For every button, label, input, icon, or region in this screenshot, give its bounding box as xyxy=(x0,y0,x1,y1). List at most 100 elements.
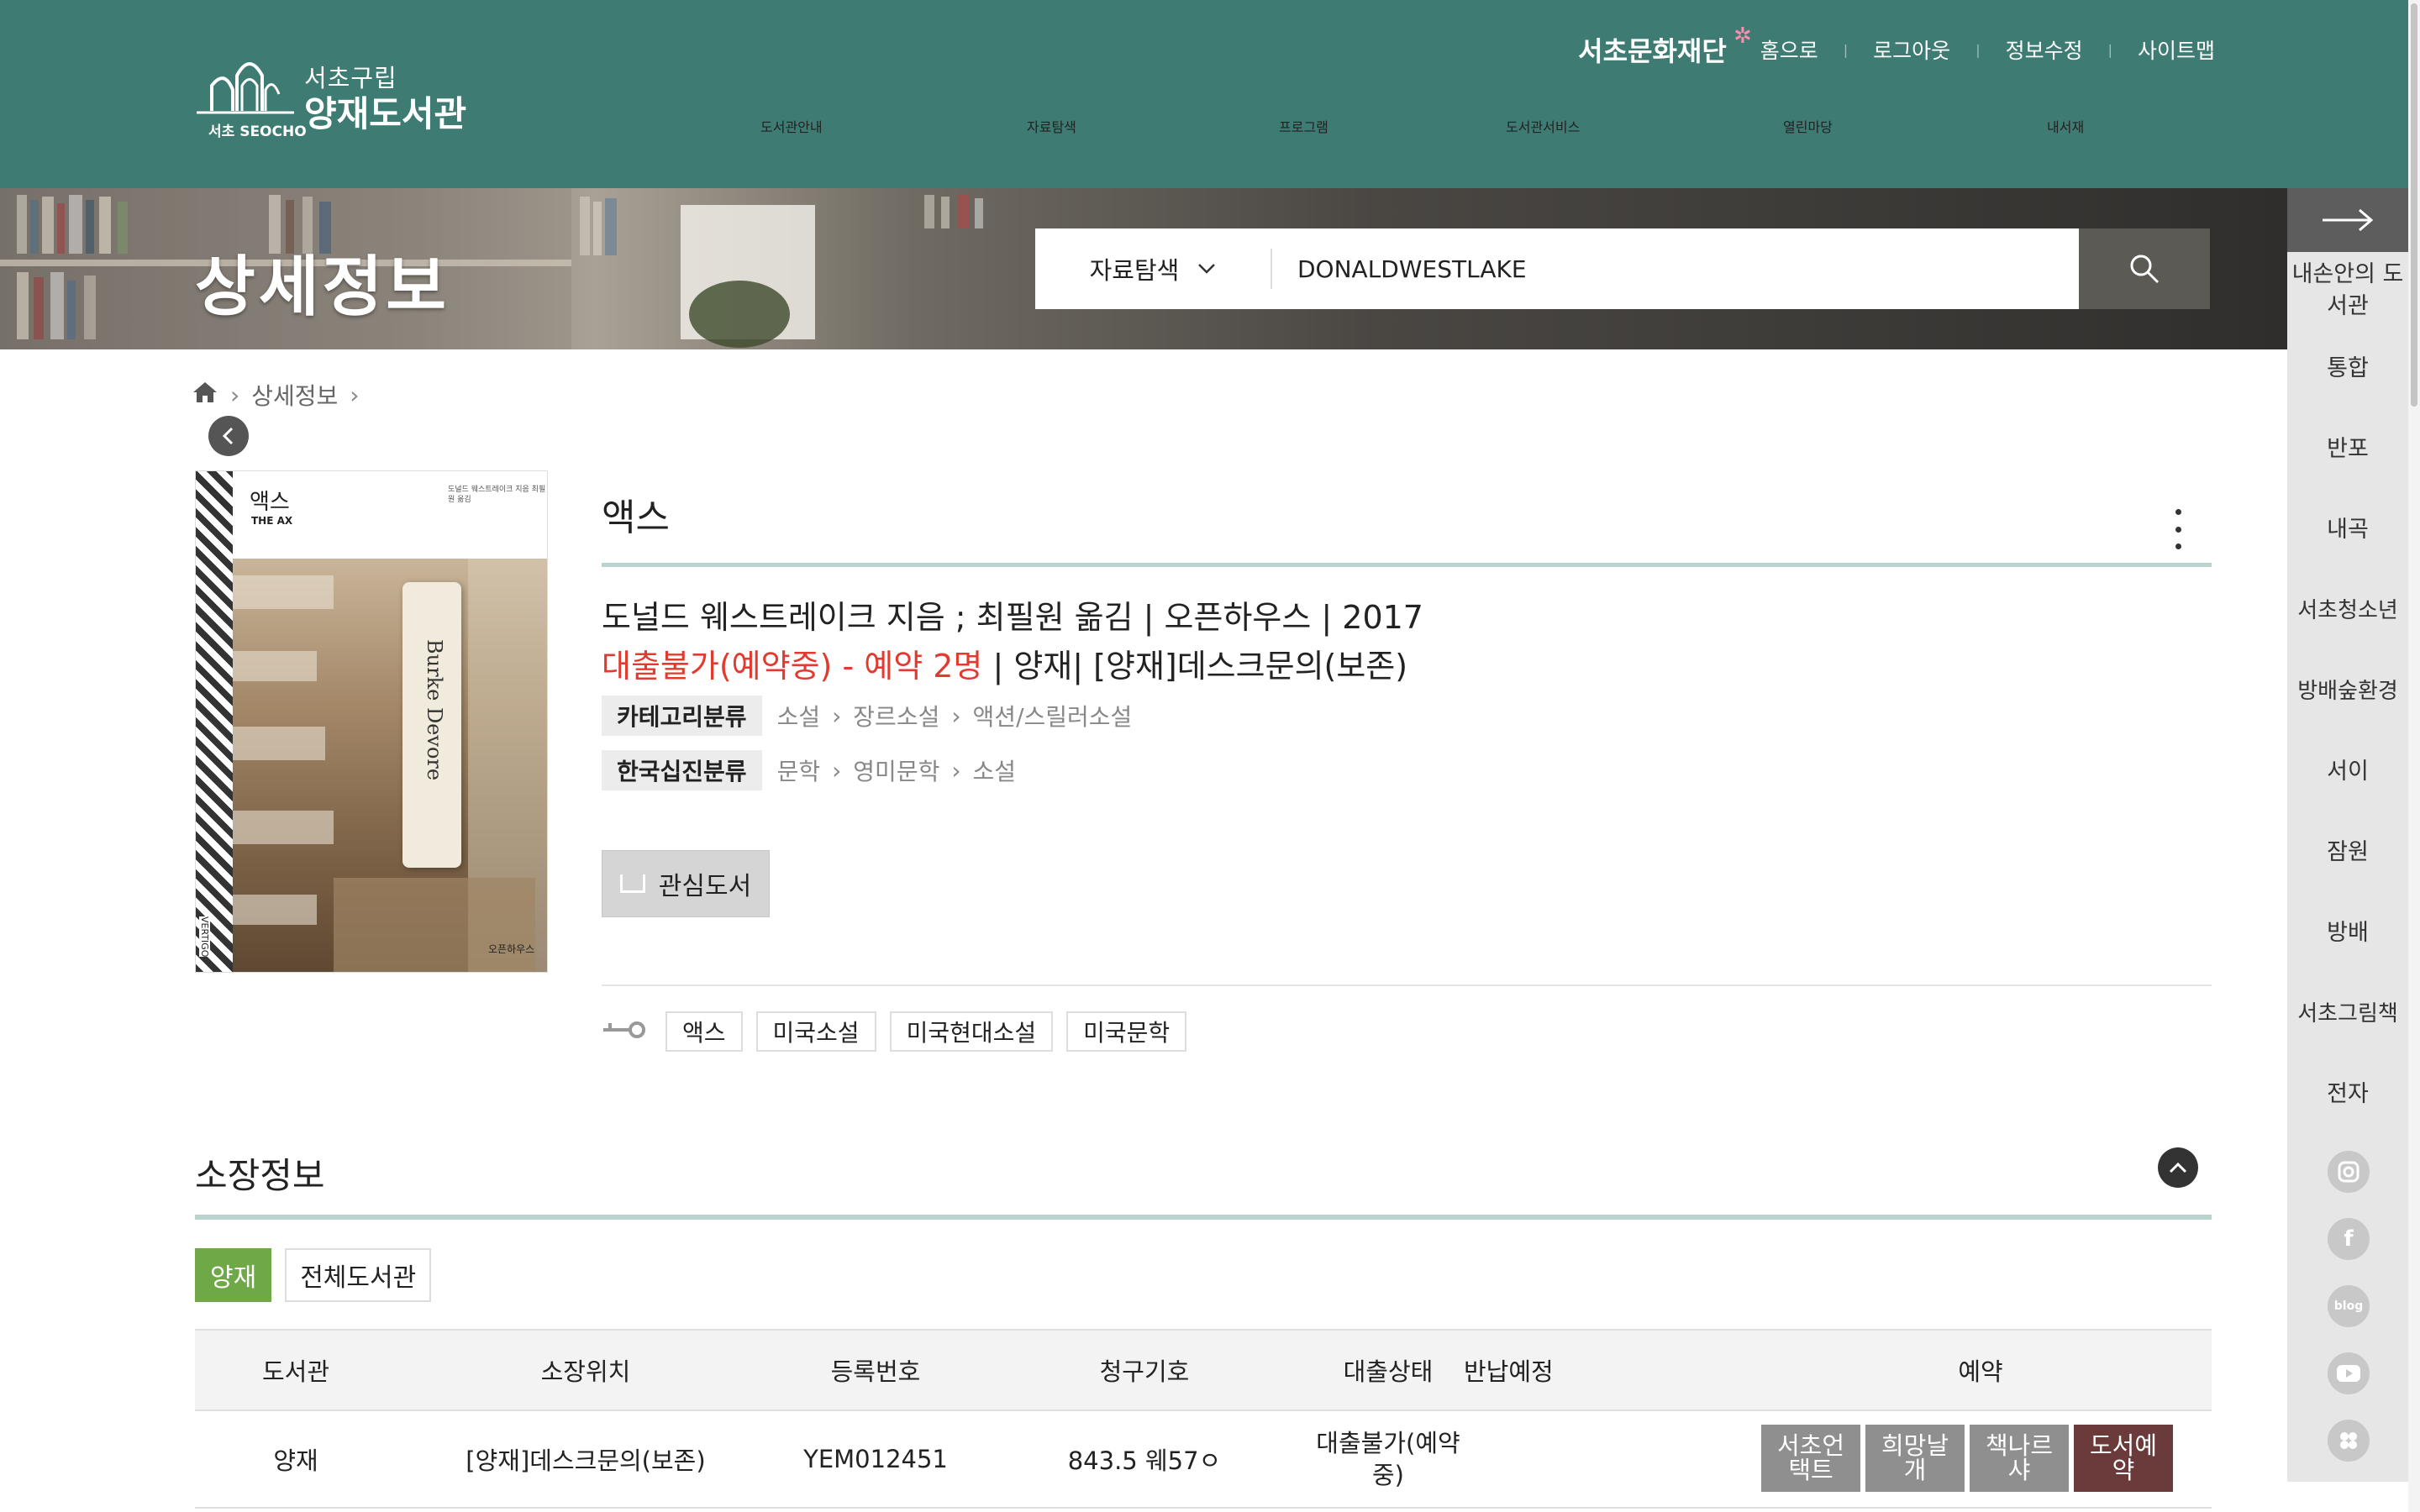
cover-spine-pattern xyxy=(196,471,233,972)
tag-item[interactable]: 미국현대소설 xyxy=(889,1011,1054,1052)
quick-item-seoi[interactable]: 서이 xyxy=(2287,756,2408,788)
search-input[interactable] xyxy=(1297,244,2054,294)
cover-spine-text: VERTIGO xyxy=(199,916,210,958)
quick-item-picturebook[interactable]: 서초그림책 xyxy=(2287,998,2408,1030)
column-header: 반납예정 xyxy=(1464,1357,1554,1386)
chevron-right-icon: › xyxy=(832,701,842,730)
book-delivery-button[interactable]: 책나르샤 xyxy=(1970,1425,2069,1492)
publication-info: 도널드 웨스트레이크 지음 ; 최필원 옮김 | 오픈하우스 | 2017 xyxy=(602,599,1423,636)
quick-menu: 내손안의 도서관 통합 반포 내곡 서초청소년 방배숲환경 서이 잠원 방배 서… xyxy=(2287,188,2408,1482)
cover-publisher: 오픈하우스 xyxy=(488,943,535,955)
cell-location: [양재]데스크문의(보존) xyxy=(466,1446,706,1475)
instagram-icon[interactable] xyxy=(2328,1151,2370,1193)
logo-seocho: 서초 SEOCHO xyxy=(208,123,307,140)
holdings-title: 소장정보 xyxy=(195,1155,325,1196)
divider: | xyxy=(1975,41,1981,58)
blog-icon[interactable]: blog xyxy=(2328,1285,2370,1327)
chevron-right-icon: › xyxy=(951,756,961,785)
book-reserve-button[interactable]: 도서예약 xyxy=(2074,1425,2173,1492)
foundation-link[interactable]: 서초문화재단 ✲ xyxy=(1578,24,1752,69)
divider xyxy=(602,563,2212,567)
home-icon[interactable] xyxy=(192,381,218,410)
search-category-select[interactable]: 자료탐색 xyxy=(1035,228,1270,309)
nav-program[interactable]: 프로그램 xyxy=(1279,116,1328,136)
logo-name: 양재도서관 xyxy=(304,93,467,134)
cover-tab-text: Burke Devore xyxy=(423,639,446,781)
hope-wing-button[interactable]: 희망날개 xyxy=(1865,1425,1965,1492)
quick-menu-toggle[interactable] xyxy=(2287,188,2408,252)
kdc-level-1[interactable]: 문학 xyxy=(777,753,821,787)
nav-open-square[interactable]: 열린마당 xyxy=(1783,116,1833,136)
quick-item-electronic[interactable]: 전자 xyxy=(2287,1079,2408,1110)
favorite-book-button[interactable]: 관심도서 xyxy=(602,850,770,917)
table-row: 양재 [양재]데스크문의(보존) YEM012451 843.5 웨57ㅇ 대출… xyxy=(195,1411,2212,1509)
tag-item[interactable]: 액스 xyxy=(666,1011,743,1052)
category-label: 카테고리분류 xyxy=(602,696,762,736)
column-header: 예약 xyxy=(1958,1357,2003,1386)
facebook-icon[interactable]: f xyxy=(2328,1218,2370,1260)
search-category-label: 자료탐색 xyxy=(1089,256,1180,285)
category-level-1[interactable]: 소설 xyxy=(777,699,821,732)
page-title: 상세정보 xyxy=(195,249,450,325)
quick-item-jamwon[interactable]: 잠원 xyxy=(2287,837,2408,869)
home-link[interactable]: 홈으로 xyxy=(1760,34,1818,65)
seocho-untact-button[interactable]: 서초언택트 xyxy=(1761,1425,1860,1492)
back-button[interactable] xyxy=(208,416,249,456)
arrow-right-icon xyxy=(2323,208,2374,232)
tag-item[interactable]: 미국소설 xyxy=(755,1011,876,1052)
collapse-button[interactable] xyxy=(2158,1147,2198,1188)
cover-author: 도널드 웨스트레이크 지음 최필원 옮김 xyxy=(448,486,546,504)
search-button[interactable] xyxy=(2079,228,2210,309)
category-path: 소설 › 장르소설 › 액션/스릴러소설 xyxy=(777,699,1133,732)
cell-reg-no: YEM012451 xyxy=(803,1445,948,1473)
column-header: 등록번호 xyxy=(830,1357,921,1386)
breadcrumb-current[interactable]: 상세정보 xyxy=(251,378,338,412)
cell-library: 양재 xyxy=(273,1446,318,1475)
more-options-icon[interactable] xyxy=(2168,509,2188,549)
tab-yangjae[interactable]: 양재 xyxy=(195,1248,272,1302)
chevron-up-icon xyxy=(2169,1162,2187,1173)
youtube-icon[interactable] xyxy=(2328,1352,2370,1394)
tab-all-libraries[interactable]: 전체도서관 xyxy=(285,1248,432,1302)
cell-due xyxy=(1464,1411,1749,1507)
chevron-left-icon xyxy=(222,427,234,445)
kdc-level-3[interactable]: 소설 xyxy=(973,753,1017,787)
category-level-2[interactable]: 장르소설 xyxy=(853,699,939,732)
page-scrollbar[interactable] xyxy=(2408,0,2420,1512)
quick-item-bangbae[interactable]: 방배 xyxy=(2287,917,2408,949)
quick-menu-title: 내손안의 도서관 xyxy=(2291,261,2404,319)
nav-library-service[interactable]: 도서관서비스 xyxy=(1506,116,1580,136)
quick-item-integrated[interactable]: 통합 xyxy=(2287,353,2408,385)
quick-item-naegok[interactable]: 내곡 xyxy=(2287,514,2408,546)
sitemap-link[interactable]: 사이트맵 xyxy=(2138,34,2215,65)
book-cover: 액스 THE AX 도널드 웨스트레이크 지음 최필원 옮김 Burke Dev… xyxy=(195,470,548,973)
column-header: 소장위치 xyxy=(540,1357,631,1386)
quick-item-forest[interactable]: 방배숲환경 xyxy=(2287,675,2408,707)
logo-mark-icon xyxy=(197,62,294,114)
book-title: 액스 xyxy=(602,496,670,539)
edit-info-link[interactable]: 정보수정 xyxy=(2006,34,2083,65)
holdings-table-header: 도서관 소장위치 등록번호 청구기호 대출상태 반납예정 예약 xyxy=(195,1329,2212,1411)
cell-status: 대출불가(예약중) xyxy=(1316,1429,1460,1489)
tag-list: 액스 미국소설 미국현대소설 미국문학 xyxy=(602,1011,1200,1052)
nav-resource-search[interactable]: 자료탐색 xyxy=(1027,116,1076,136)
cell-call-no: 843.5 웨57ㅇ xyxy=(1067,1446,1222,1475)
search-bar: 자료탐색 xyxy=(1035,228,2210,309)
chevron-down-icon xyxy=(1197,259,1216,280)
nav-library-info[interactable]: 도서관안내 xyxy=(760,116,823,136)
breadcrumb: › 상세정보 › xyxy=(192,378,371,412)
etc-icon[interactable] xyxy=(2328,1420,2370,1462)
favorite-book-label: 관심도서 xyxy=(658,872,752,901)
library-logo[interactable]: 서초구립 양재도서관 서초 SEOCHO xyxy=(195,52,472,144)
kdc-level-2[interactable]: 영미문학 xyxy=(853,753,939,787)
chevron-right-icon: › xyxy=(832,756,842,785)
nav-my-library[interactable]: 내서재 xyxy=(2047,116,2084,136)
loan-status-red: 대출불가(예약중) - 예약 2명 xyxy=(602,648,983,685)
scrollbar-thumb[interactable] xyxy=(2411,3,2417,407)
kdc-path: 문학 › 영미문학 › 소설 xyxy=(777,753,1017,787)
tag-item[interactable]: 미국문학 xyxy=(1066,1011,1187,1052)
logout-link[interactable]: 로그아웃 xyxy=(1873,34,1950,65)
quick-item-banpo[interactable]: 반포 xyxy=(2287,433,2408,465)
category-level-3[interactable]: 액션/스릴러소설 xyxy=(973,699,1133,732)
quick-item-youth[interactable]: 서초청소년 xyxy=(2287,595,2408,627)
